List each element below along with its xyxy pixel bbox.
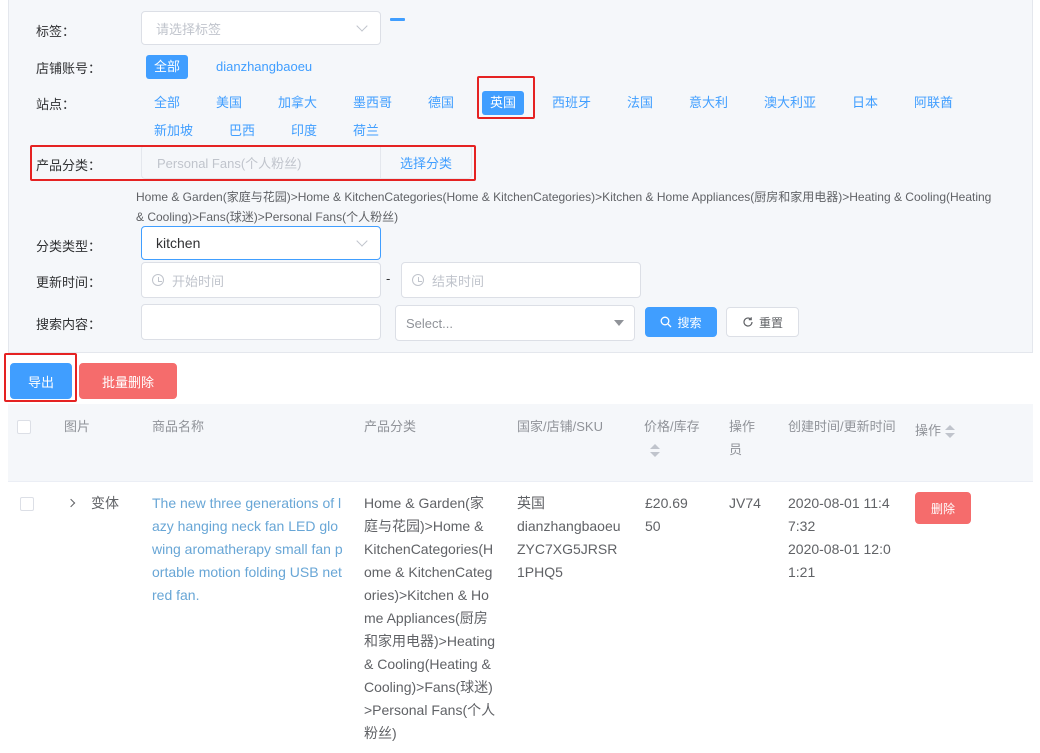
row-country: 英国 bbox=[517, 495, 545, 511]
sort-icon[interactable] bbox=[945, 424, 956, 439]
row-sku: ZYC7XG5JRSR1PHQ5 bbox=[517, 541, 618, 580]
column-header-category: 产品分类 bbox=[364, 419, 417, 434]
search-field-select[interactable]: Select... bbox=[395, 305, 635, 341]
category-path: Home & Garden(家庭与花园)>Home & KitchenCateg… bbox=[136, 190, 992, 224]
column-header-name: 商品名称 bbox=[152, 419, 205, 434]
tag-select[interactable]: 请选择标签 bbox=[141, 11, 381, 45]
chevron-down-icon bbox=[356, 20, 368, 32]
row-times: 2020-08-01 11:47:32 2020-08-01 12:01:21 bbox=[788, 492, 898, 584]
column-header-country-sku: 国家/店铺/SKU bbox=[517, 419, 603, 434]
select-all-checkbox[interactable] bbox=[17, 420, 31, 434]
column-header-image: 图片 bbox=[64, 419, 91, 434]
site-option-ae[interactable]: 阿联酋 bbox=[906, 91, 961, 115]
type-select-value: kitchen bbox=[156, 235, 201, 251]
reset-button-label: 重置 bbox=[758, 315, 783, 330]
sort-icon[interactable] bbox=[650, 443, 660, 458]
chevron-right-icon bbox=[66, 498, 76, 508]
refresh-icon bbox=[743, 317, 753, 327]
site-option-de[interactable]: 德国 bbox=[420, 91, 462, 115]
row-stock: 50 bbox=[645, 518, 661, 534]
product-name-link[interactable]: The new three generations of lazy hangin… bbox=[152, 492, 344, 607]
search-button-label: 搜索 bbox=[677, 315, 702, 330]
site-option-in[interactable]: 印度 bbox=[283, 119, 325, 143]
clock-icon bbox=[412, 274, 424, 286]
site-option-fr[interactable]: 法国 bbox=[619, 91, 661, 115]
search-field-placeholder: Select... bbox=[406, 315, 453, 331]
start-time-input[interactable]: 开始时间 bbox=[141, 262, 381, 298]
category-input: Personal Fans(个人粉丝) bbox=[141, 145, 381, 179]
reset-button[interactable]: 重置 bbox=[726, 307, 799, 337]
store-label: 店铺账号： bbox=[36, 61, 102, 76]
store-option-dianzhangbaoeu[interactable]: dianzhangbaoeu bbox=[208, 55, 320, 79]
delete-button[interactable]: 删除 bbox=[915, 492, 971, 524]
site-option-mx[interactable]: 墨西哥 bbox=[345, 91, 400, 115]
category-label: 产品分类： bbox=[36, 158, 102, 173]
time-separator: - bbox=[386, 271, 391, 286]
tag-select-placeholder: 请选择标签 bbox=[156, 21, 222, 37]
tag-label: 标签： bbox=[36, 24, 76, 39]
column-header-price-stock[interactable]: 价格/库存 bbox=[644, 415, 714, 461]
end-time-input[interactable]: 结束时间 bbox=[401, 262, 641, 298]
site-option-br[interactable]: 巴西 bbox=[221, 119, 263, 143]
column-header-time: 创建时间/更新时间 bbox=[788, 419, 896, 434]
variant-label: 变体 bbox=[91, 495, 119, 511]
type-select[interactable]: kitchen bbox=[141, 226, 381, 260]
type-label: 分类类型： bbox=[36, 239, 102, 254]
site-option-nl[interactable]: 荷兰 bbox=[345, 119, 387, 143]
column-header-operator: 操作员 bbox=[729, 419, 756, 457]
export-button[interactable]: 导出 bbox=[10, 363, 72, 399]
price-stock: £20.69 50 bbox=[645, 492, 705, 538]
row-updated-time: 2020-08-01 12:01:21 bbox=[788, 541, 891, 580]
site-option-jp[interactable]: 日本 bbox=[844, 91, 886, 115]
country-store-sku: 英国 dianzhangbaoeu ZYC7XG5JRSR1PHQ5 bbox=[517, 492, 623, 584]
site-option-us[interactable]: 美国 bbox=[208, 91, 250, 115]
row-checkbox[interactable] bbox=[20, 497, 34, 511]
site-option-ca[interactable]: 加拿大 bbox=[270, 91, 325, 115]
store-option-all[interactable]: 全部 bbox=[146, 55, 189, 79]
site-option-sg[interactable]: 新加坡 bbox=[146, 119, 201, 143]
row-operator: JV74 bbox=[729, 495, 761, 511]
start-time-placeholder: 开始时间 bbox=[172, 273, 225, 289]
row-price: £20.69 bbox=[645, 495, 688, 511]
caret-down-icon bbox=[614, 320, 624, 326]
site-option-au[interactable]: 澳大利亚 bbox=[756, 91, 824, 115]
time-label: 更新时间： bbox=[36, 275, 102, 290]
site-option-all[interactable]: 全部 bbox=[146, 91, 188, 115]
batch-delete-button[interactable]: 批量删除 bbox=[79, 363, 177, 399]
column-header-price-stock-label: 价格/库存 bbox=[644, 419, 700, 434]
product-category: Home & Garden(家庭与花园)>Home & KitchenCateg… bbox=[364, 495, 496, 741]
search-icon bbox=[661, 316, 672, 328]
chevron-down-icon bbox=[356, 235, 368, 247]
row-store: dianzhangbaoeu bbox=[517, 518, 621, 534]
row-created-time: 2020-08-01 11:47:32 bbox=[788, 495, 890, 534]
tag-indicator-bar bbox=[390, 18, 405, 21]
clock-icon bbox=[152, 274, 164, 286]
end-time-placeholder: 结束时间 bbox=[432, 273, 485, 289]
site-option-uk[interactable]: 英国 bbox=[482, 91, 525, 115]
search-button[interactable]: 搜索 bbox=[645, 307, 717, 337]
select-category-button[interactable]: 选择分类 bbox=[380, 145, 472, 179]
expand-row-toggle[interactable] bbox=[66, 495, 76, 511]
column-header-action[interactable]: 操作 bbox=[915, 419, 956, 442]
site-option-es[interactable]: 西班牙 bbox=[544, 91, 599, 115]
column-header-action-label: 操作 bbox=[915, 423, 942, 438]
search-input[interactable] bbox=[141, 304, 381, 340]
site-label: 站点： bbox=[36, 97, 76, 112]
search-label: 搜索内容： bbox=[36, 317, 102, 332]
site-option-it[interactable]: 意大利 bbox=[681, 91, 736, 115]
